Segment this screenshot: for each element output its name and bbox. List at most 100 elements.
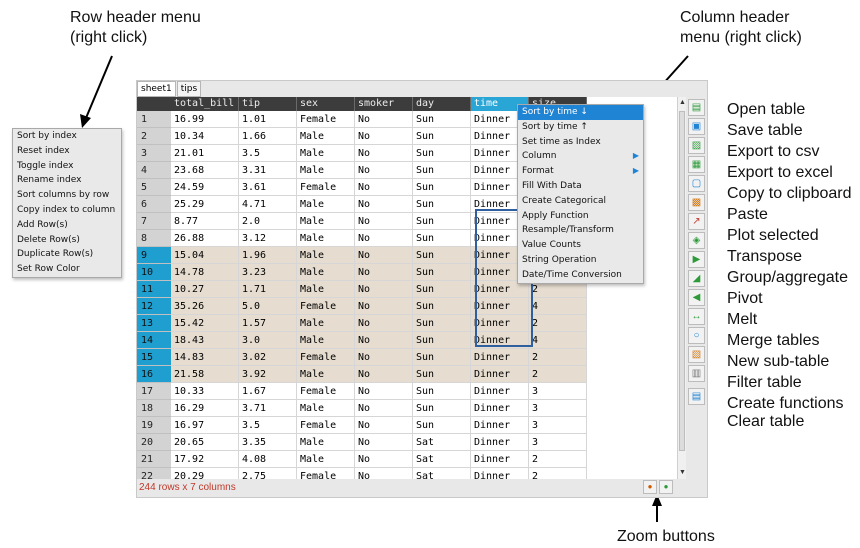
table-cell[interactable]: 20.65 xyxy=(171,434,239,451)
aggregate-button[interactable]: ▶ xyxy=(688,251,705,268)
table-cell[interactable]: 1.01 xyxy=(239,111,297,128)
table-cell[interactable]: 14.78 xyxy=(171,264,239,281)
table-cell[interactable]: Dinner xyxy=(471,383,529,400)
table-cell[interactable]: Sun xyxy=(413,128,471,145)
table-cell[interactable]: Male xyxy=(297,451,355,468)
table-cell[interactable]: 2 xyxy=(529,451,587,468)
table-cell[interactable]: 3.0 xyxy=(239,332,297,349)
table-cell[interactable]: 15.04 xyxy=(171,247,239,264)
row-menu-item[interactable]: Rename index xyxy=(13,173,121,188)
row-header[interactable]: 15 xyxy=(137,349,171,366)
table-cell[interactable]: 10.27 xyxy=(171,281,239,298)
table-cell[interactable]: No xyxy=(355,298,413,315)
table-cell[interactable]: Female xyxy=(297,349,355,366)
column-menu-item[interactable]: Create Categorical xyxy=(518,194,643,209)
table-cell[interactable]: Sun xyxy=(413,247,471,264)
table-cell[interactable]: 1.71 xyxy=(239,281,297,298)
grid-corner[interactable] xyxy=(137,97,171,111)
table-cell[interactable]: Sat xyxy=(413,468,471,479)
table-cell[interactable]: Sun xyxy=(413,400,471,417)
table-cell[interactable]: 3 xyxy=(529,434,587,451)
table-cell[interactable]: 23.68 xyxy=(171,162,239,179)
transpose-button[interactable]: ◈ xyxy=(688,232,705,249)
table-cell[interactable]: Sun xyxy=(413,417,471,434)
open-button[interactable]: ▤ xyxy=(688,99,705,116)
row-menu-item[interactable]: Add Row(s) xyxy=(13,218,121,233)
table-cell[interactable]: No xyxy=(355,128,413,145)
column-header-sex[interactable]: sex xyxy=(297,97,355,111)
filter-button[interactable]: ▧ xyxy=(688,346,705,363)
table-cell[interactable]: 24.59 xyxy=(171,179,239,196)
table-cell[interactable]: 1.96 xyxy=(239,247,297,264)
zoom-in-button[interactable]: ● xyxy=(659,480,673,494)
table-cell[interactable]: Male xyxy=(297,315,355,332)
table-cell[interactable]: Sun xyxy=(413,145,471,162)
row-header[interactable]: 7 xyxy=(137,213,171,230)
row-header[interactable]: 21 xyxy=(137,451,171,468)
merge-button[interactable]: ↔ xyxy=(688,308,705,325)
row-menu-item[interactable]: Sort columns by row xyxy=(13,188,121,203)
table-cell[interactable]: 1.57 xyxy=(239,315,297,332)
table-cell[interactable]: 3.61 xyxy=(239,179,297,196)
table-cell[interactable]: Dinner xyxy=(471,468,529,479)
column-menu-item[interactable]: Format ▶ xyxy=(518,164,643,179)
export-csv-button[interactable]: ▨ xyxy=(688,137,705,154)
table-cell[interactable]: Dinner xyxy=(471,315,529,332)
table-cell[interactable]: Dinner xyxy=(471,400,529,417)
table-cell[interactable]: 18.43 xyxy=(171,332,239,349)
table-cell[interactable]: 2 xyxy=(529,468,587,479)
row-menu-item[interactable]: Delete Row(s) xyxy=(13,233,121,248)
table-cell[interactable]: No xyxy=(355,315,413,332)
table-cell[interactable]: No xyxy=(355,111,413,128)
table-cell[interactable]: Sun xyxy=(413,213,471,230)
table-cell[interactable]: Dinner xyxy=(471,366,529,383)
table-cell[interactable]: Male xyxy=(297,366,355,383)
table-cell[interactable]: 17.92 xyxy=(171,451,239,468)
table-cell[interactable]: Dinner xyxy=(471,417,529,434)
table-cell[interactable]: 5.0 xyxy=(239,298,297,315)
table-cell[interactable]: Sun xyxy=(413,179,471,196)
row-header[interactable]: 13 xyxy=(137,315,171,332)
table-cell[interactable]: Sun xyxy=(413,162,471,179)
column-header-total_bill[interactable]: total_bill xyxy=(171,97,239,111)
column-menu-item[interactable]: String Operation xyxy=(518,253,643,268)
table-cell[interactable]: 14.83 xyxy=(171,349,239,366)
table-cell[interactable]: Male xyxy=(297,434,355,451)
row-header[interactable]: 20 xyxy=(137,434,171,451)
row-header[interactable]: 5 xyxy=(137,179,171,196)
table-cell[interactable]: Female xyxy=(297,111,355,128)
column-header-day[interactable]: day xyxy=(413,97,471,111)
row-header[interactable]: 8 xyxy=(137,230,171,247)
table-cell[interactable]: 1.67 xyxy=(239,383,297,400)
table-cell[interactable]: Sun xyxy=(413,383,471,400)
table-cell[interactable]: Male xyxy=(297,332,355,349)
table-cell[interactable]: No xyxy=(355,400,413,417)
row-header[interactable]: 4 xyxy=(137,162,171,179)
table-cell[interactable]: 2 xyxy=(529,315,587,332)
table-cell[interactable]: No xyxy=(355,145,413,162)
column-menu-item[interactable]: Resample/Transform xyxy=(518,223,643,238)
row-header[interactable]: 2 xyxy=(137,128,171,145)
column-header-smoker[interactable]: smoker xyxy=(355,97,413,111)
row-menu-item[interactable]: Copy index to column xyxy=(13,203,121,218)
table-cell[interactable]: No xyxy=(355,281,413,298)
table-cell[interactable]: No xyxy=(355,162,413,179)
tab-sheet1[interactable]: sheet1 xyxy=(137,81,176,97)
table-cell[interactable]: Dinner xyxy=(471,434,529,451)
row-menu-item[interactable]: Duplicate Row(s) xyxy=(13,247,121,262)
table-cell[interactable]: 3.5 xyxy=(239,417,297,434)
export-excel-button[interactable]: ▦ xyxy=(688,156,705,173)
zoom-out-button[interactable]: ● xyxy=(643,480,657,494)
table-cell[interactable]: Male xyxy=(297,247,355,264)
table-cell[interactable]: 10.33 xyxy=(171,383,239,400)
table-cell[interactable]: Male xyxy=(297,264,355,281)
table-cell[interactable]: 16.97 xyxy=(171,417,239,434)
table-cell[interactable]: Sun xyxy=(413,230,471,247)
table-cell[interactable]: No xyxy=(355,366,413,383)
table-cell[interactable]: 2.75 xyxy=(239,468,297,479)
table-cell[interactable]: 16.99 xyxy=(171,111,239,128)
row-menu-item[interactable]: Reset index xyxy=(13,144,121,159)
table-cell[interactable]: 4.08 xyxy=(239,451,297,468)
row-header[interactable]: 18 xyxy=(137,400,171,417)
table-cell[interactable]: Male xyxy=(297,145,355,162)
